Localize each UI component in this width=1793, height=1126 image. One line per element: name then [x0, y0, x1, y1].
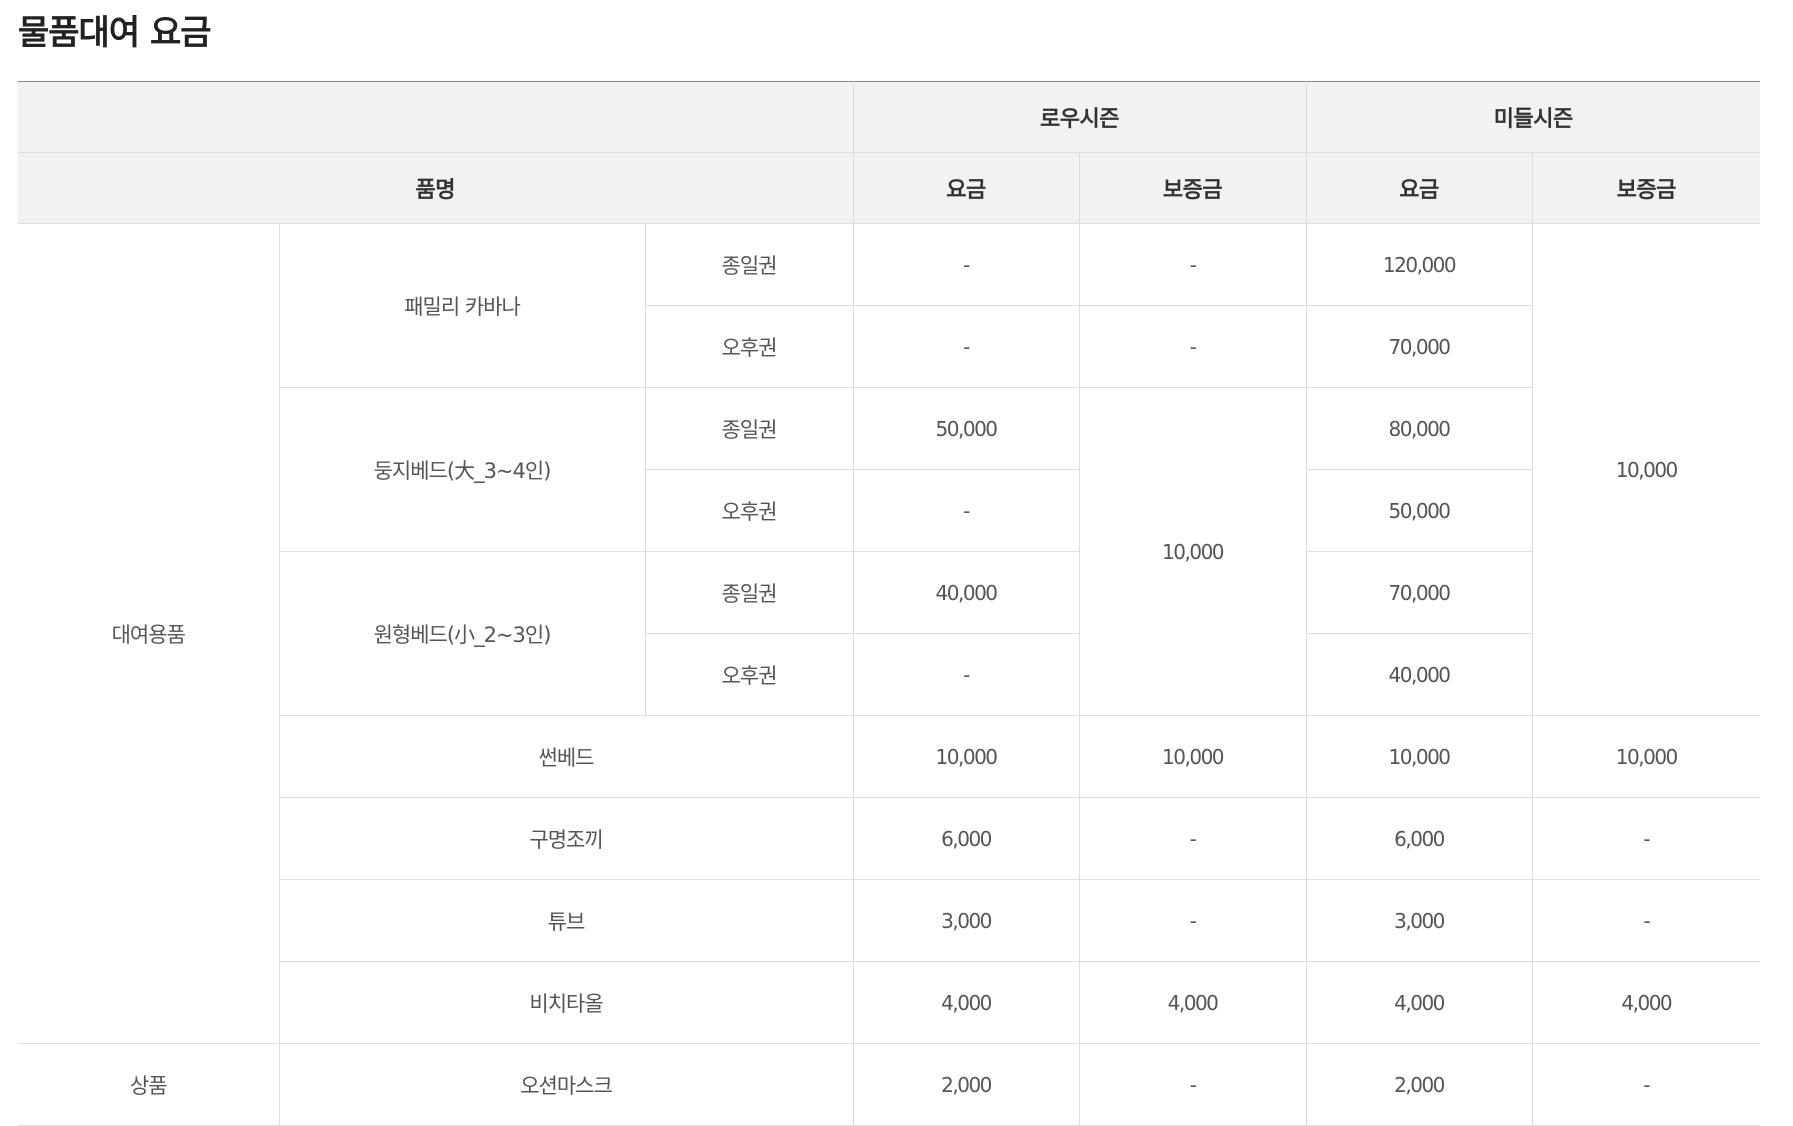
mid-deposit: 4,000 [1531, 961, 1761, 1044]
low-fee: 2,000 [852, 1043, 1080, 1126]
mid-deposit: - [1531, 1043, 1761, 1126]
ticket-type: 오후권 [645, 633, 854, 716]
table-row: 둥지베드(大_3~4인) 종일권 50,000 10,000 80,000 [18, 387, 1760, 716]
table-row: 구명조끼 6,000 - 6,000 - [18, 797, 1761, 880]
mid-fee: 50,000 [1305, 469, 1533, 552]
low-fee: - [852, 633, 1080, 716]
mid-fee: 70,000 [1305, 305, 1533, 388]
mid-deposit: - [1531, 879, 1761, 962]
item-name-life-jacket: 구명조끼 [279, 797, 854, 880]
mid-deposit: - [1531, 797, 1761, 880]
ticket-type: 종일권 [644, 387, 854, 470]
low-deposit: - [1078, 305, 1307, 388]
mid-fee: 2,000 [1305, 1043, 1533, 1126]
low-deposit: - [1078, 879, 1307, 962]
low-deposit: - [1078, 223, 1307, 306]
low-deposit: - [1078, 1043, 1307, 1126]
mid-fee: 70,000 [1305, 551, 1533, 634]
low-fee: 6,000 [852, 797, 1080, 880]
low-fee: 4,000 [852, 961, 1080, 1044]
table-row: 원형베드(小_2~3인) 종일권 40,000 70,000 [18, 551, 1760, 716]
mid-fee: 4,000 [1305, 961, 1533, 1044]
bed-mid-deposit: 10,000 [1531, 223, 1761, 716]
low-fee: 10,000 [852, 715, 1080, 798]
item-name-ocean-mask: 오션마스크 [278, 1043, 854, 1126]
table-row: 비치타올 4,000 4,000 4,000 4,000 [18, 961, 1761, 1044]
item-name-beach-towel: 비치타올 [279, 961, 854, 1044]
header-low-season: 로우시즌 [852, 81, 1307, 153]
table-body: 대여용품 패밀리 카바나 종일권 - - 120,000 10,000 오후권 … [18, 223, 1761, 1126]
table-header: 로우시즌 미들시즌 품명 요금 보증금 요금 보증금 [18, 81, 1761, 224]
item-name-nest-bed: 둥지베드(大_3~4인) [279, 387, 646, 552]
low-fee: - [852, 469, 1080, 552]
low-fee: 3,000 [852, 879, 1080, 962]
item-name-sunbed: 썬베드 [279, 715, 854, 798]
item-name-tube: 튜브 [279, 879, 854, 962]
low-deposit: 4,000 [1078, 961, 1307, 1044]
table-row: 튜브 3,000 - 3,000 - [18, 879, 1761, 962]
page-title: 물품대여 요금 [18, 13, 212, 53]
table-row: 대여용품 패밀리 카바나 종일권 - - 120,000 10,000 [18, 223, 1761, 1044]
header-low-deposit: 보증금 [1078, 152, 1307, 224]
mid-fee: 10,000 [1305, 715, 1533, 798]
mid-deposit: 10,000 [1531, 715, 1761, 798]
header-middle-season: 미들시즌 [1305, 81, 1761, 153]
header-mid-deposit: 보증금 [1531, 152, 1761, 224]
mid-fee: 3,000 [1305, 879, 1533, 962]
low-fee: - [852, 305, 1080, 388]
ticket-type: 오후권 [645, 305, 854, 388]
mid-fee: 40,000 [1305, 633, 1533, 716]
rental-fee-table: 로우시즌 미들시즌 품명 요금 보증금 요금 보증금 대여용품 패밀리 카바나 … [18, 81, 1761, 1126]
bed-low-deposit: 10,000 [1078, 387, 1307, 716]
mid-fee: 80,000 [1305, 387, 1533, 470]
ticket-type: 종일권 [644, 551, 854, 634]
header-mid-fee: 요금 [1305, 152, 1533, 224]
ticket-type: 종일권 [644, 223, 854, 306]
item-name-family-cabana: 패밀리 카바나 [278, 223, 646, 388]
category-rental: 대여용품 [18, 223, 280, 1044]
low-fee: 40,000 [852, 551, 1080, 634]
header-row-seasons: 로우시즌 미들시즌 [18, 81, 1761, 153]
low-fee: - [852, 223, 1080, 306]
header-row-columns: 품명 요금 보증금 요금 보증금 [18, 152, 1761, 224]
low-deposit: 10,000 [1078, 715, 1307, 798]
mid-fee: 6,000 [1305, 797, 1533, 880]
ticket-type: 오후권 [645, 469, 854, 552]
table-row: 상품 오션마스크 2,000 - 2,000 - [18, 1043, 1761, 1126]
item-name-round-bed: 원형베드(小_2~3인) [279, 551, 646, 716]
low-fee: 50,000 [852, 387, 1080, 470]
table-row: 썬베드 10,000 10,000 10,000 10,000 [18, 715, 1761, 798]
header-low-fee: 요금 [852, 152, 1080, 224]
header-blank-cell [18, 81, 854, 153]
mid-fee: 120,000 [1305, 223, 1533, 306]
low-deposit: - [1078, 797, 1307, 880]
category-goods: 상품 [18, 1043, 280, 1126]
header-item-name: 품명 [18, 152, 854, 224]
